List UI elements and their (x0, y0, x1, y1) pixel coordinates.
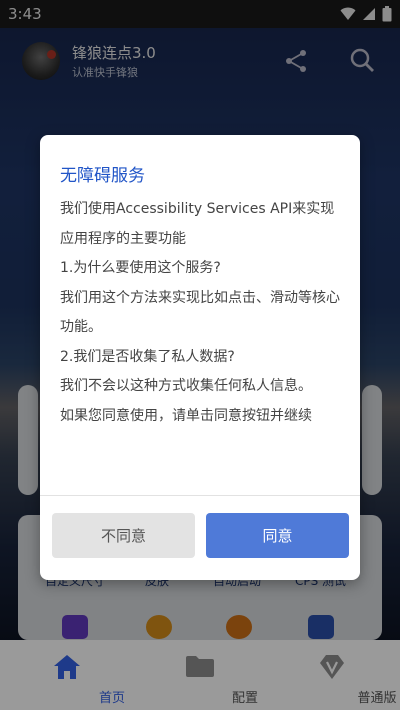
dialog-paragraph: 我们不会以这种方式收集任何私人信息。 (60, 378, 312, 394)
nav-home[interactable]: 首页 (22, 640, 125, 710)
accessibility-dialog: 无障碍服务 我们使用Accessibility Services API来实现应… (40, 135, 360, 580)
bottom-navigation: 首页 配置 普通版 (0, 640, 400, 710)
nav-standard-label: 普通版 (357, 691, 397, 706)
dialog-paragraph: 我们用这个方法来实现比如点击、滑动等核心功能。 (60, 289, 340, 336)
nav-config-label: 配置 (231, 691, 258, 706)
nav-config[interactable]: 配置 (155, 640, 258, 710)
decline-button[interactable]: 不同意 (52, 513, 195, 558)
home-icon (54, 655, 80, 679)
dialog-paragraph: 1.为什么要使用这个服务? (60, 260, 221, 276)
dialog-paragraph: 2.我们是否收集了私人数据? (60, 348, 235, 365)
folder-icon (186, 656, 214, 677)
dialog-title: 无障碍服务 (60, 166, 145, 186)
diamond-v-icon (320, 655, 344, 679)
dialog-paragraph: 我们使用Accessibility Services API来实现应用程序的主要… (60, 201, 335, 247)
nav-standard-edition[interactable]: 普通版 (287, 640, 397, 710)
nav-home-label: 首页 (98, 691, 125, 706)
dialog-body: 我们使用Accessibility Services API来实现应用程序的主要… (60, 195, 346, 431)
dialog-divider (40, 495, 360, 496)
dialog-paragraph: 如果您同意使用，请单击同意按钮并继续 (60, 407, 312, 424)
accept-button[interactable]: 同意 (206, 513, 349, 558)
